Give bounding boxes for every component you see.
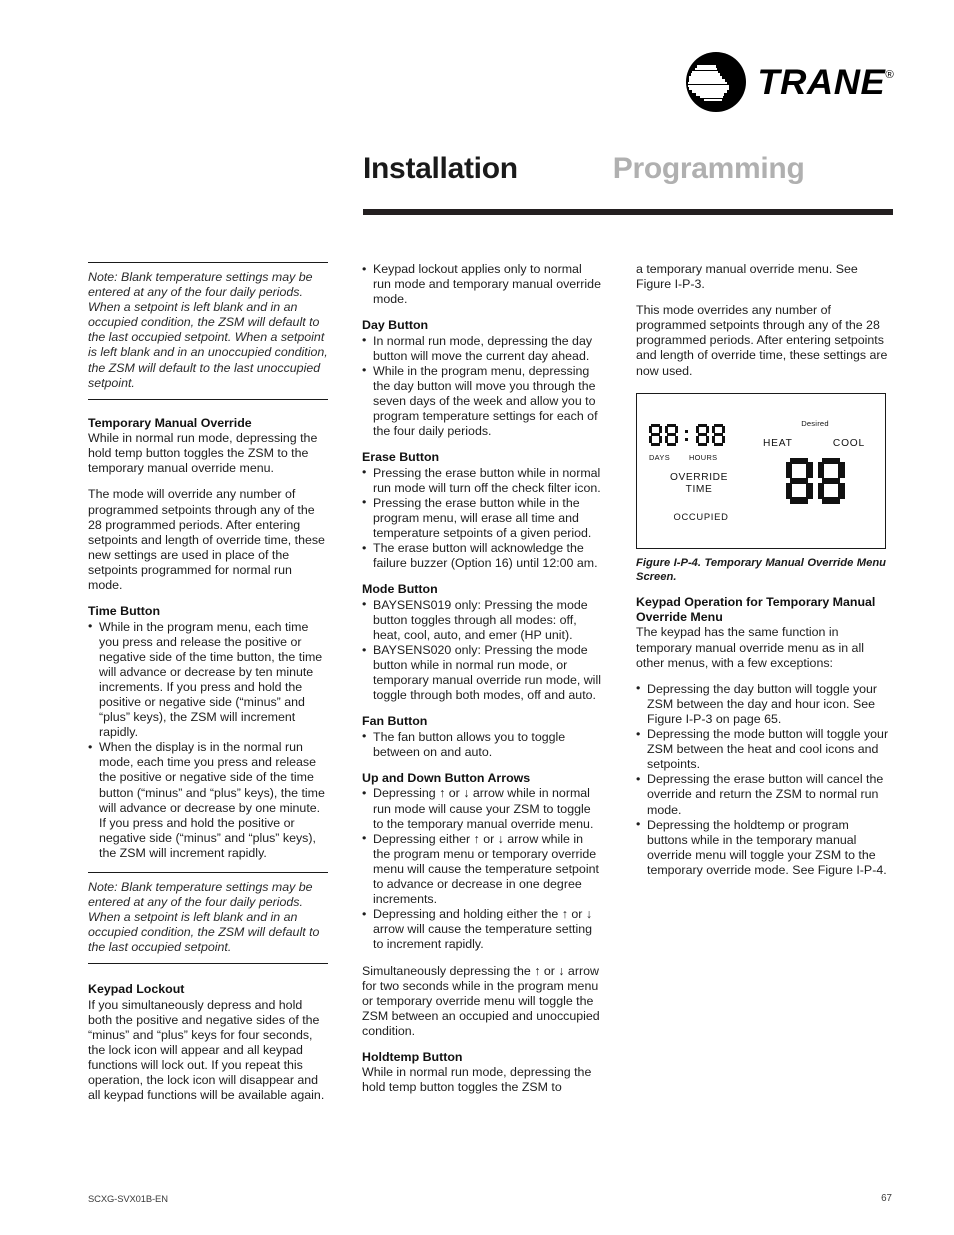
continued-paragraph: a temporary manual override menu. See Fi…: [636, 262, 858, 292]
list-item: In normal run mode, depressing the day b…: [362, 333, 602, 364]
heading-holdtemp-button: Holdtemp Button: [362, 1049, 463, 1064]
heading-fan-button: Fan Button: [362, 714, 428, 729]
lcd-time-digits: [649, 423, 761, 448]
time-button-bullets: While in the program menu, each time you…: [88, 619, 328, 862]
title-divider: [363, 209, 893, 215]
lcd-colon-icon: [683, 424, 691, 446]
arrow-button-bullets: Depressing ↑ or ↓ arrow while in normal …: [362, 786, 602, 952]
note-blank-temperature-bottom: Note: Blank temperature settings may be …: [88, 872, 328, 965]
footer-document-code: SCXG-SVX01B-EN: [88, 1193, 168, 1204]
lcd-label-heat: HEAT: [763, 437, 793, 449]
lcd-setpoint-digits: [759, 457, 871, 504]
heading-time-button: Time Button: [88, 604, 161, 619]
list-item: Depressing the mode button will toggle y…: [636, 727, 892, 772]
lcd-days-digit-1: [649, 423, 662, 446]
heading-up-down-arrows: Up and Down Button Arrows: [362, 771, 531, 786]
list-item: When the display is in the normal run mo…: [88, 740, 328, 861]
lcd-setpoint-digit-1: [785, 457, 813, 504]
list-item: BAYSENS020 only: Pressing the mode butto…: [362, 643, 602, 703]
tmo-paragraph-1: While in normal run mode, depressing the…: [88, 431, 318, 476]
day-button-bullets: In normal run mode, depressing the day b…: [362, 333, 602, 440]
lcd-label-cool: COOL: [832, 437, 865, 449]
heading-mode-button: Mode Button: [362, 582, 438, 597]
column-3: a temporary manual override menu. See Fi…: [636, 262, 892, 878]
heading-erase-button: Erase Button: [362, 450, 440, 465]
list-item: Keypad lockout applies only to normal ru…: [362, 261, 602, 307]
holdtemp-paragraph: While in normal run mode, depressing the…: [362, 1065, 592, 1095]
registered-mark: ®: [885, 68, 895, 81]
list-item: The erase button will acknowledge the fa…: [362, 541, 602, 571]
heading-keypad-operation: Keypad Operation for Temporary Manual Ov…: [636, 594, 876, 625]
trane-logo-mark-icon: [686, 52, 747, 112]
lcd-override-time-label: OVERRIDE TIME: [649, 472, 749, 497]
figure-ip4: DAYS HOURS OVERRIDE TIME OCCUPIED Desire…: [636, 392, 886, 584]
heading-day-button: Day Button: [362, 318, 429, 333]
override-paragraph: This mode overrides any number of progra…: [636, 303, 888, 378]
page-title-main: Installation: [363, 152, 518, 185]
lcd-label-occupied: OCCUPIED: [673, 510, 729, 522]
footer-page-number: 67: [881, 1193, 892, 1204]
trane-logo: TRANE®: [686, 52, 895, 112]
page-title: Installation Programming: [363, 152, 893, 186]
lcd-setpoint-digit-2: [817, 457, 845, 504]
keypad-lockout-bullets: Keypad lockout applies only to normal ru…: [362, 261, 602, 307]
lcd-time-group: DAYS HOURS OVERRIDE TIME OCCUPIED: [649, 423, 761, 524]
column-2: Keypad lockout applies only to normal ru…: [362, 261, 602, 1096]
list-item: Depressing either ↑ or ↓ arrow while in …: [362, 831, 602, 907]
list-item: Pressing the erase button while in norma…: [362, 465, 602, 496]
heading-keypad-lockout: Keypad Lockout: [88, 982, 185, 997]
erase-button-bullets: Pressing the erase button while in norma…: [362, 465, 602, 572]
lcd-time-labels: DAYS HOURS: [649, 450, 761, 465]
figure-caption: Figure I-P-4. Temporary Manual Override …: [636, 556, 886, 583]
lcd-days-digit-2: [665, 423, 678, 446]
lcd-hours-digit-1: [696, 423, 709, 446]
list-item: Depressing the day button will toggle yo…: [636, 681, 892, 727]
list-item: BAYSENS019 only: Pressing the mode butto…: [362, 597, 602, 643]
lcd-label-time: TIME: [685, 484, 713, 496]
keypad-operation-paragraph: The keypad has the same function in temp…: [636, 625, 864, 670]
list-item: Pressing the erase button while in the p…: [362, 495, 602, 541]
lcd-display-screen: DAYS HOURS OVERRIDE TIME OCCUPIED Desire…: [636, 392, 886, 549]
list-item: Depressing ↑ or ↓ arrow while in normal …: [362, 786, 602, 831]
heading-temporary-manual-override: Temporary Manual Override: [88, 415, 252, 430]
lcd-label-desired: Desired: [801, 418, 829, 428]
lcd-label-override: OVERRIDE: [669, 471, 728, 483]
column-1: Note: Blank temperature settings may be …: [88, 262, 328, 1104]
keypad-operation-bullets: Depressing the day button will toggle yo…: [636, 681, 892, 878]
mode-button-bullets: BAYSENS019 only: Pressing the mode butto…: [362, 597, 602, 704]
lcd-label-days: DAYS: [649, 452, 670, 462]
fan-button-bullets: The fan button allows you to toggle betw…: [362, 729, 602, 760]
trane-wordmark: TRANE®: [758, 65, 895, 100]
keypad-lockout-paragraph: If you simultaneously depress and hold b…: [88, 997, 325, 1103]
lcd-setpoint-group: Desired HEAT COOL: [759, 416, 871, 504]
lcd-hours-digit-2: [712, 423, 725, 446]
lcd-heat-cool-labels: HEAT COOL: [759, 436, 871, 451]
list-item: While in the program menu, depressing th…: [362, 363, 602, 439]
list-item: Depressing the erase button will cancel …: [636, 772, 892, 817]
trane-wordmark-text: TRANE: [757, 62, 886, 102]
tmo-paragraph-2: The mode will override any number of pro…: [88, 487, 325, 592]
lcd-label-hours: HOURS: [689, 452, 718, 462]
simultaneous-paragraph: Simultaneously depressing the ↑ or ↓ arr…: [362, 963, 600, 1038]
page-title-sub: Programming: [612, 152, 805, 185]
list-item: Depressing and holding either the ↑ or ↓…: [362, 907, 602, 952]
list-item: The fan button allows you to toggle betw…: [362, 729, 602, 760]
list-item: Depressing the holdtemp or program butto…: [636, 817, 892, 878]
list-item: While in the program menu, each time you…: [88, 619, 328, 741]
note-blank-temperature-top: Note: Blank temperature settings may be …: [88, 262, 328, 400]
